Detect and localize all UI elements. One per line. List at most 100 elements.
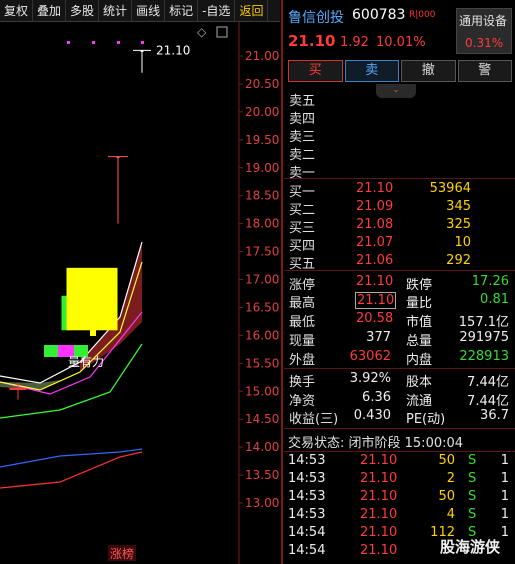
y-tick-label: 17.50: [245, 245, 279, 259]
price-change: 1.92: [340, 35, 369, 50]
quote-row: 收益(三) 0.430 PE(动) 36.7: [284, 408, 515, 427]
candle-body: [66, 267, 118, 331]
tick-row[interactable]: 14:53 21.10 4 S 1: [284, 507, 515, 525]
net-assets-value: 6.36: [362, 390, 391, 405]
ma-line-2: [0, 451, 143, 489]
bid-row: 买五 21.06 292: [284, 253, 515, 272]
bid-price: 21.08: [356, 217, 394, 232]
bid-volume: 325: [446, 217, 471, 232]
ask-row: 卖三: [284, 126, 515, 145]
eps-value: 0.430: [353, 408, 391, 423]
ask-label: 卖二: [289, 148, 316, 163]
marker-dot: [141, 41, 144, 44]
low-label: 最低: [289, 315, 316, 330]
quote-divider: [284, 270, 515, 271]
tick-row[interactable]: 14:53 21.10 50 S 1: [284, 489, 515, 507]
kline-chart[interactable]: 21.00 20.50 20.00 19.50 19.00 18.50 18.00 17.50…: [0, 22, 282, 564]
toolbar-fuquan-button[interactable]: 复权: [0, 0, 34, 22]
volume-ratio-value: 0.81: [480, 292, 509, 307]
candle-body: [9, 387, 27, 390]
quote-row: 净资 6.36 流通 7.44亿: [284, 390, 515, 409]
bid-price: 21.06: [356, 253, 394, 268]
low-value: 20.58: [356, 311, 394, 326]
bid-price: 21.07: [356, 235, 394, 250]
y-tick-label: 19.50: [245, 133, 279, 147]
tick-row[interactable]: 14:53 21.10 50 S 1: [284, 453, 515, 471]
toolbar-remove-watchlist-button[interactable]: -自选: [198, 0, 236, 22]
y-tick-label: 17.00: [245, 273, 279, 287]
square-icon: [216, 26, 228, 38]
panel-divider[interactable]: [281, 0, 283, 564]
signal-block: [90, 322, 96, 336]
high-label: 最高: [289, 296, 316, 311]
inner-volume-value: 228913: [459, 349, 509, 364]
toolbar-mark-button[interactable]: 标记: [165, 0, 199, 22]
y-tick-label: 20.00: [245, 105, 279, 119]
stock-code: 600783: [352, 7, 406, 23]
limit-down-label: 跌停: [406, 278, 433, 293]
bid-row: 买一 21.10 53964: [284, 181, 515, 200]
bid-row: 买三 21.08 325: [284, 217, 515, 236]
last-volume-value: 377: [366, 330, 391, 345]
bid-label: 买四: [289, 239, 316, 254]
bid-row: 买二 21.09 345: [284, 199, 515, 218]
float-shares-label: 流通: [406, 394, 433, 409]
share-capital-value: 7.44亿: [467, 375, 509, 390]
ask-row: 卖二: [284, 144, 515, 163]
marker-dot: [117, 41, 120, 44]
y-tick-label: 14.00: [245, 440, 279, 454]
y-tick-label: 20.50: [245, 77, 279, 91]
alert-button[interactable]: 警: [457, 60, 512, 82]
toolbar-overlay-button[interactable]: 叠加: [33, 0, 67, 22]
cancel-order-button[interactable]: 撤: [401, 60, 456, 82]
ask-label: 卖四: [289, 112, 316, 127]
bid-label: 买二: [289, 203, 316, 218]
toolbar-stats-button[interactable]: 统计: [99, 0, 133, 22]
y-tick-label: 16.00: [245, 328, 279, 342]
high-value: 21.10: [355, 292, 397, 309]
stock-name[interactable]: 鲁信创投: [288, 7, 344, 27]
marker-dot: [92, 41, 95, 44]
sector-box[interactable]: 通用设备 0.31%: [456, 8, 512, 54]
quote-row: 涨停 21.10 跌停 17.26: [284, 274, 515, 293]
ask-label: 卖五: [289, 94, 316, 109]
sector-change: 0.31%: [465, 36, 504, 50]
inner-volume-label: 内盘: [406, 353, 433, 368]
quote-row: 换手 3.92% 股本 7.44亿: [284, 371, 515, 390]
limit-down-value: 17.26: [471, 274, 509, 289]
ask-row: 卖五: [284, 90, 515, 109]
buy-button[interactable]: 买: [288, 60, 343, 82]
stock-tag: R|000: [409, 10, 436, 20]
ask-label: 卖三: [289, 130, 316, 145]
bid-volume: 345: [446, 199, 471, 214]
quote-panel: 鲁信创投 600783 R|000 21.10 1.92 10.01% 通用设备…: [284, 0, 515, 564]
bid-label: 买三: [289, 221, 316, 236]
toolbar-multi-stock-button[interactable]: 多股: [66, 0, 100, 22]
trade-status: 交易状态: 闭市阶段 15:00:04: [288, 436, 464, 451]
sector-name: 通用设备: [459, 14, 508, 28]
bid-price: 21.10: [356, 181, 394, 196]
quote-row: 外盘 63062 内盘 228913: [284, 349, 515, 368]
turnover-value: 3.92%: [349, 371, 391, 386]
kline-chart-canvas[interactable]: 21.00 20.50 20.00 19.50 19.00 18.50 18.00 17.50…: [0, 22, 282, 564]
last-price-label: 21.10: [156, 43, 190, 57]
quote-row: 现量 377 总量 291975: [284, 330, 515, 349]
tick-row[interactable]: 14:53 21.10 2 S 1: [284, 471, 515, 489]
y-tick-label: 15.50: [245, 356, 279, 370]
chart-toolbar: 复权 叠加 多股 统计 画线 标记 -自选 返回: [0, 0, 280, 22]
ticks-divider: [284, 451, 515, 452]
toolbar-back-button[interactable]: 返回: [235, 0, 269, 22]
ma-line-1: [0, 448, 143, 468]
sell-button[interactable]: 卖: [344, 60, 399, 82]
limit-up-label: 涨停: [289, 278, 316, 293]
limit-up-value: 21.10: [356, 274, 394, 289]
bid-row: 买四 21.07 10: [284, 235, 515, 254]
bid-volume: 53964: [429, 181, 471, 196]
y-tick-label: 13.50: [245, 468, 279, 482]
share-capital-label: 股本: [406, 375, 433, 390]
total-volume-label: 总量: [406, 334, 433, 349]
toolbar-draw-line-button[interactable]: 画线: [132, 0, 166, 22]
outer-volume-value: 63062: [349, 349, 391, 364]
y-tick-label: 19.00: [245, 161, 279, 175]
ask-row: 卖四: [284, 108, 515, 127]
